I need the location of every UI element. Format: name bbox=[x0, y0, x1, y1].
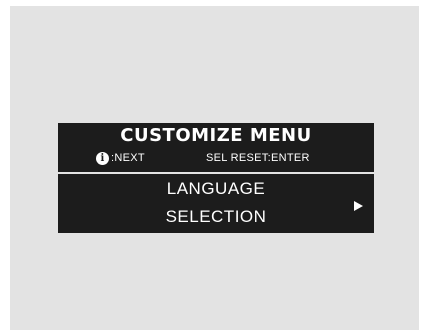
reset-hint: SEL RESET:ENTER bbox=[206, 152, 310, 164]
info-icon: i bbox=[96, 151, 109, 165]
menu-header: CUSTOMIZE MENU i :NEXT SEL RESET:ENTER bbox=[58, 123, 374, 171]
next-hint-label: :NEXT bbox=[111, 152, 145, 164]
right-arrow-icon bbox=[354, 201, 363, 211]
menu-title: CUSTOMIZE MENU bbox=[120, 125, 312, 146]
menu-item-language-selection[interactable]: LANGUAGE SELECTION bbox=[58, 174, 374, 233]
menu-item-label-line1: LANGUAGE bbox=[166, 179, 266, 198]
customize-menu-panel: CUSTOMIZE MENU i :NEXT SEL RESET:ENTER L… bbox=[58, 123, 374, 233]
menu-item-label-line2: SELECTION bbox=[165, 207, 267, 226]
next-hint: i :NEXT bbox=[96, 150, 145, 166]
screen-background: CUSTOMIZE MENU i :NEXT SEL RESET:ENTER L… bbox=[10, 6, 419, 330]
